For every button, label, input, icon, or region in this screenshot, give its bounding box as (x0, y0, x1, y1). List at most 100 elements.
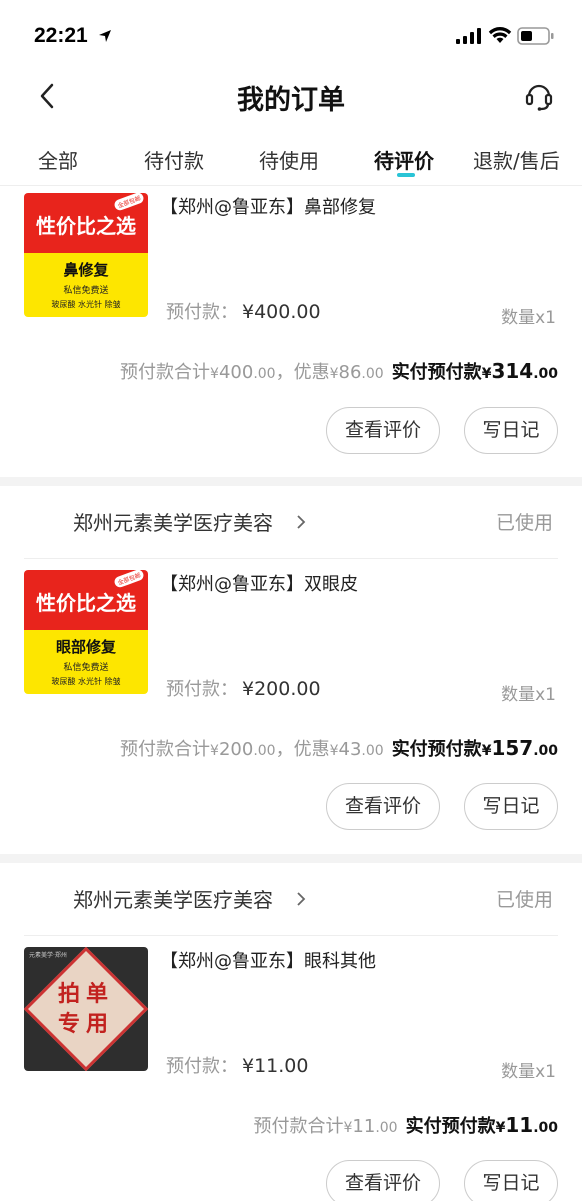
order-card: 郑州元素美学医疗美容 已使用 元素美学·郑州 拍单 专用 【郑州@鲁亚东】眼科其… (0, 863, 582, 1201)
total-decimal: .00 (253, 743, 276, 759)
prepay-label: 预付款： (166, 679, 238, 700)
view-review-button[interactable]: 查看评价 (326, 1160, 440, 1201)
tab-pending-use[interactable]: 待使用 (259, 145, 319, 174)
customer-service-headset-icon[interactable] (524, 80, 554, 112)
shop-row[interactable]: 郑州元素美学医疗美容 已使用 (0, 486, 582, 558)
prepay-row: 预付款： ¥400.00 (166, 298, 321, 324)
tab-pending-review[interactable]: 待评价 (374, 145, 434, 174)
write-diary-button[interactable]: 写日记 (464, 783, 558, 830)
thumbnail-headline: 性价比之选 (36, 214, 136, 238)
order-separator (0, 854, 582, 863)
total-integer: 400 (218, 362, 254, 383)
prepay-row: 预付款： ¥11.00 (166, 1052, 308, 1078)
summary-comma: ， (275, 362, 294, 383)
chevron-right-icon (297, 515, 306, 529)
quantity: 数量x1 (501, 308, 556, 328)
page-title: 我的订单 (237, 85, 345, 116)
total-label: 预付款合计 (120, 739, 211, 760)
final-decimal: .00 (533, 743, 558, 759)
thumbnail-item: 鼻修复 (63, 261, 109, 279)
thumbnail-line1: 私信免费送 (63, 286, 109, 296)
navigation-bar: 我的订单 (0, 70, 582, 122)
final-label: 实付预付款 (391, 362, 482, 383)
total-label: 预付款合计 (120, 362, 211, 383)
order-card: 性价比之选 全部包邮 鼻修复 私信免费送 玻尿酸 水光针 除皱 【郑州@鲁亚东】… (0, 187, 582, 477)
prepay-amount: ¥200.00 (242, 678, 321, 700)
order-status: 已使用 (496, 889, 554, 911)
wifi-icon (488, 27, 512, 43)
prepay-label: 预付款： (166, 1056, 238, 1077)
order-status: 已使用 (496, 512, 554, 534)
order-summary: 预付款合计¥200.00，优惠¥43.00 实付预付款¥157.00 (120, 735, 558, 761)
order-summary: 预付款合计¥400.00，优惠¥86.00 实付预付款¥314.00 (120, 358, 558, 384)
summary-comma: ， (275, 739, 294, 760)
thumbnail-line1: 私信免费送 (63, 663, 109, 673)
product-title[interactable]: 【郑州@鲁亚东】双眼皮 (160, 570, 358, 596)
final-integer: 314 (491, 359, 534, 383)
active-tab-indicator (397, 173, 415, 177)
discount-decimal: .00 (361, 743, 384, 759)
divider (24, 558, 558, 559)
total-integer: 11 (352, 1116, 376, 1137)
product-thumbnail[interactable]: 性价比之选 全部包邮 鼻修复 私信免费送 玻尿酸 水光针 除皱 (24, 193, 148, 317)
final-currency: ¥ (495, 1120, 506, 1136)
thumbnail-stamp: 拍单 专用 (24, 979, 148, 1039)
discount-currency: ¥ (329, 743, 339, 759)
product-thumbnail[interactable]: 元素美学·郑州 拍单 专用 (24, 947, 148, 1071)
quantity: 数量x1 (501, 1062, 556, 1082)
shop-row[interactable]: 郑州元素美学医疗美容 已使用 (0, 863, 582, 935)
final-decimal: .00 (533, 1120, 558, 1136)
status-time: 22:21 (34, 24, 88, 47)
total-integer: 200 (218, 739, 254, 760)
discount-decimal: .00 (361, 366, 384, 382)
discount-integer: 86 (338, 362, 362, 383)
cellular-signal-icon (456, 28, 481, 44)
order-summary: 预付款合计¥11.00 实付预付款¥11.00 (254, 1112, 559, 1138)
final-integer: 11 (505, 1113, 534, 1137)
discount-label: 优惠 (293, 739, 330, 760)
discount-integer: 43 (338, 739, 362, 760)
thumbnail-line2: 玻尿酸 水光针 除皱 (51, 300, 121, 309)
prepay-label: 预付款： (166, 302, 238, 323)
quantity: 数量x1 (501, 685, 556, 705)
final-currency: ¥ (481, 743, 492, 759)
product-thumbnail[interactable]: 性价比之选 全部包邮 眼部修复 私信免费送 玻尿酸 水光针 除皱 (24, 570, 148, 694)
write-diary-button[interactable]: 写日记 (464, 407, 558, 454)
prepay-row: 预付款： ¥200.00 (166, 675, 321, 701)
product-title[interactable]: 【郑州@鲁亚东】鼻部修复 (160, 193, 376, 219)
total-decimal: .00 (253, 366, 276, 382)
prepay-amount: ¥11.00 (242, 1055, 309, 1077)
thumbnail-corner-text: 元素美学·郑州 (29, 952, 67, 959)
thumbnail-line2: 玻尿酸 水光针 除皱 (51, 677, 121, 686)
write-diary-button[interactable]: 写日记 (464, 1160, 558, 1201)
total-currency: ¥ (210, 743, 219, 759)
order-tabs: 全部 待付款 待使用 待评价 退款/售后 (0, 140, 582, 186)
chevron-right-icon (297, 892, 306, 906)
status-bar: 22:21 (0, 0, 582, 70)
tab-pending-payment[interactable]: 待付款 (144, 145, 204, 174)
shop-name[interactable]: 郑州元素美学医疗美容 (73, 884, 273, 913)
discount-label: 优惠 (293, 362, 330, 383)
thumbnail-headline: 性价比之选 (36, 591, 136, 615)
battery-icon (517, 27, 554, 45)
final-currency: ¥ (481, 366, 492, 382)
final-decimal: .00 (533, 366, 558, 382)
total-currency: ¥ (210, 366, 219, 382)
order-card: 郑州元素美学医疗美容 已使用 性价比之选 全部包邮 眼部修复 私信免费送 玻尿酸… (0, 486, 582, 854)
stamp-line2: 专用 (57, 1011, 114, 1037)
order-separator (0, 477, 582, 486)
tab-refund-aftersale[interactable]: 退款/售后 (473, 145, 560, 174)
shop-name[interactable]: 郑州元素美学医疗美容 (73, 507, 273, 536)
discount-currency: ¥ (329, 366, 339, 382)
tab-all[interactable]: 全部 (38, 145, 78, 174)
view-review-button[interactable]: 查看评价 (326, 407, 440, 454)
divider (24, 935, 558, 936)
thumbnail-item: 眼部修复 (55, 638, 116, 656)
total-label: 预付款合计 (253, 1116, 344, 1137)
final-label: 实付预付款 (405, 1116, 496, 1137)
product-title[interactable]: 【郑州@鲁亚东】眼科其他 (160, 947, 376, 973)
stamp-line1: 拍单 (57, 981, 114, 1007)
final-label: 实付预付款 (391, 739, 482, 760)
view-review-button[interactable]: 查看评价 (326, 783, 440, 830)
final-integer: 157 (491, 736, 534, 760)
